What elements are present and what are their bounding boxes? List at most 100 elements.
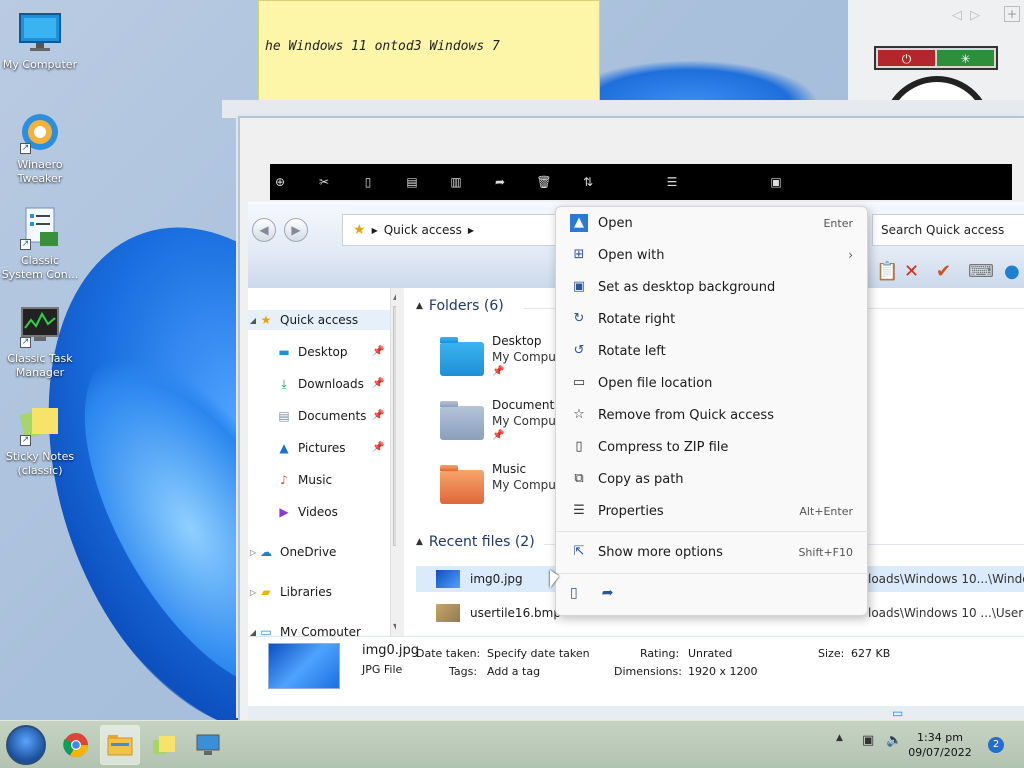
nav-item-my-computer[interactable]: ◢ ▭ My Computer — [248, 622, 361, 636]
expand-arrow-icon[interactable]: ▷ — [248, 548, 258, 557]
nav-item-desktop[interactable]: ▬ Desktop — [276, 342, 347, 362]
back-button[interactable]: ◀ — [252, 218, 276, 242]
sticky-note-text[interactable]: he Windows 11 ontod3 Windows 7 — [265, 39, 500, 54]
chevron-right-icon[interactable]: ▶ — [468, 226, 474, 235]
rename-icon[interactable]: ▥ — [448, 175, 464, 189]
address-location[interactable]: Quick access — [384, 223, 462, 237]
share-icon[interactable]: ➦ — [492, 175, 508, 189]
add-gadget-icon[interactable]: + — [1004, 6, 1020, 22]
cut-icon[interactable]: ✂ — [316, 175, 332, 189]
bmp-thumbnail-icon — [436, 604, 460, 622]
volume-icon[interactable]: 🔈 — [886, 733, 902, 748]
nav-item-libraries[interactable]: ▷ ▰ Libraries — [248, 582, 332, 602]
folder-icon — [107, 735, 133, 756]
pin-icon[interactable]: 📌 — [372, 346, 384, 357]
collapse-arrow-icon[interactable]: ◢ — [248, 316, 258, 325]
scroll-up-icon[interactable]: ▲ — [393, 292, 396, 301]
copy-icon[interactable]: ▯ — [360, 175, 376, 189]
scrollbar-thumb[interactable] — [393, 306, 396, 546]
nav-item-documents[interactable]: ▤ Documents — [276, 406, 366, 426]
keyboard-icon[interactable]: ⌨ — [968, 262, 994, 282]
checkmark-icon[interactable]: ✔ — [936, 262, 951, 282]
recent-files-group-header[interactable]: ▲ Recent files (2) — [416, 534, 535, 550]
close-x-icon[interactable]: ✕ — [904, 262, 919, 282]
nav-item-pictures[interactable]: ▲ Pictures — [276, 438, 345, 458]
start-button[interactable] — [6, 725, 46, 765]
pin-icon[interactable]: 📌 — [372, 410, 384, 421]
nav-item-downloads[interactable]: ⤓ Downloads — [276, 374, 364, 394]
collapse-caret-icon[interactable]: ▲ — [416, 301, 423, 311]
menu-item-set-desktop-background[interactable]: ▣ Set as desktop background — [560, 272, 865, 302]
desktop-folder-icon: ▬ — [278, 345, 290, 359]
show-hidden-icons-icon[interactable]: ▲ — [836, 733, 843, 743]
desktop-icon-my-computer[interactable]: My Computer — [0, 10, 80, 72]
notification-badge[interactable]: 2 — [988, 737, 1004, 753]
taskbar-file-explorer[interactable] — [100, 725, 140, 765]
nav-item-music[interactable]: ♪ Music — [276, 470, 332, 490]
copy-icon[interactable]: ▯ — [570, 585, 578, 601]
taskbar-sticky-notes[interactable] — [144, 725, 184, 765]
menu-item-open[interactable]: ▲ Open Enter — [560, 208, 865, 238]
folder-icon: ▭ — [572, 375, 586, 390]
nav-item-videos[interactable]: ▶ Videos — [276, 502, 338, 522]
desktop-icon-classic-system-control[interactable]: ↗ Classic System Con... — [0, 206, 80, 282]
gadget-nav-arrows-icon[interactable]: ◁▷ — [952, 8, 988, 23]
menu-item-open-file-location[interactable]: ▭ Open file location — [560, 368, 865, 398]
menu-item-rotate-right[interactable]: ↻ Rotate right — [560, 304, 865, 334]
folder-tile-documents[interactable]: Documents My Compu 📌 — [440, 398, 560, 458]
music-icon: ♪ — [280, 473, 288, 487]
nav-scrollbar[interactable]: ▲ ▼ — [390, 288, 396, 636]
folder-tile-desktop[interactable]: Desktop My Compu 📌 — [440, 334, 560, 394]
details-view-icon[interactable]: ▭ — [892, 706, 903, 720]
view-icon[interactable]: ☰ — [664, 175, 680, 189]
menu-separator — [556, 531, 869, 532]
menu-item-remove-from-quick-access[interactable]: ☆ Remove from Quick access — [560, 400, 865, 430]
desktop-icon-classic-task-manager[interactable]: ↗ Classic Task Manager — [0, 304, 80, 380]
nav-item-onedrive[interactable]: ▷ ☁ OneDrive — [248, 542, 337, 562]
folder-tile-music[interactable]: Music My Compu — [440, 462, 560, 522]
desktop-icon-sticky-notes[interactable]: ↗ Sticky Notes (classic) — [0, 402, 80, 478]
restart-icon[interactable]: ✳ — [937, 50, 994, 66]
menu-item-show-more-options[interactable]: ⇱ Show more options Shift+F10 — [560, 537, 865, 567]
menu-item-properties[interactable]: ☰ Properties Alt+Enter — [560, 496, 865, 526]
share-icon[interactable]: ➦ — [602, 585, 614, 601]
more-options-icon: ⇱ — [573, 544, 585, 559]
paste-icon[interactable]: ▤ — [404, 175, 420, 189]
shortcut-arrow-icon: ↗ — [20, 239, 31, 250]
nav-item-quick-access[interactable]: ◢ ★ Quick access — [248, 310, 396, 330]
rating-value[interactable]: Unrated — [688, 647, 732, 660]
menu-item-copy-as-path[interactable]: ⧉ Copy as path — [560, 464, 865, 494]
taskbar-system-control[interactable] — [188, 725, 228, 765]
tags-value[interactable]: Add a tag — [487, 665, 540, 678]
collapse-arrow-icon[interactable]: ◢ — [248, 628, 258, 637]
collapse-caret-icon[interactable]: ▲ — [416, 537, 423, 547]
task-manager-icon: ↗ — [18, 304, 62, 348]
network-icon[interactable]: ▣ — [862, 733, 874, 748]
address-bar[interactable]: ★ ▶ Quick access ▶ — [342, 214, 562, 246]
slideshow-icon[interactable]: ▣ — [768, 175, 784, 189]
sticky-note[interactable]: he Windows 11 ontod3 Windows 7 — [258, 0, 600, 104]
expand-arrow-icon[interactable]: ▷ — [248, 588, 258, 597]
new-icon[interactable]: ⊕ — [272, 175, 288, 189]
delete-icon[interactable]: 🗑 — [536, 175, 552, 189]
scroll-down-icon[interactable]: ▼ — [393, 622, 396, 631]
desktop-folder-icon — [440, 337, 484, 376]
pin-icon[interactable]: 📌 — [372, 442, 384, 453]
search-input[interactable]: Search Quick access — [872, 214, 1024, 246]
globe-icon[interactable]: ● — [1004, 262, 1020, 282]
shutdown-icon[interactable]: ⏻ — [878, 50, 935, 66]
menu-item-open-with[interactable]: ⊞ Open with › — [560, 240, 865, 270]
forward-button[interactable]: ▶ — [284, 218, 308, 242]
copy-path-icon: ⧉ — [574, 471, 584, 486]
date-taken-value[interactable]: Specify date taken — [487, 647, 590, 660]
clipboard-icon[interactable]: 📋 — [876, 262, 898, 282]
pin-icon[interactable]: 📌 — [372, 378, 384, 389]
sort-icon[interactable]: ⇅ — [580, 175, 596, 189]
taskbar-clock[interactable]: 1:34 pm 09/07/2022 — [904, 730, 976, 760]
menu-item-rotate-left[interactable]: ↺ Rotate left — [560, 336, 865, 366]
folders-group-header[interactable]: ▲ Folders (6) — [416, 298, 504, 314]
desktop-icon-winaero-tweaker[interactable]: ↗ Winaero Tweaker — [0, 110, 80, 186]
details-thumbnail — [268, 643, 340, 689]
taskbar-chrome[interactable] — [56, 725, 96, 765]
menu-item-compress-to-zip[interactable]: ▯ Compress to ZIP file — [560, 432, 865, 462]
